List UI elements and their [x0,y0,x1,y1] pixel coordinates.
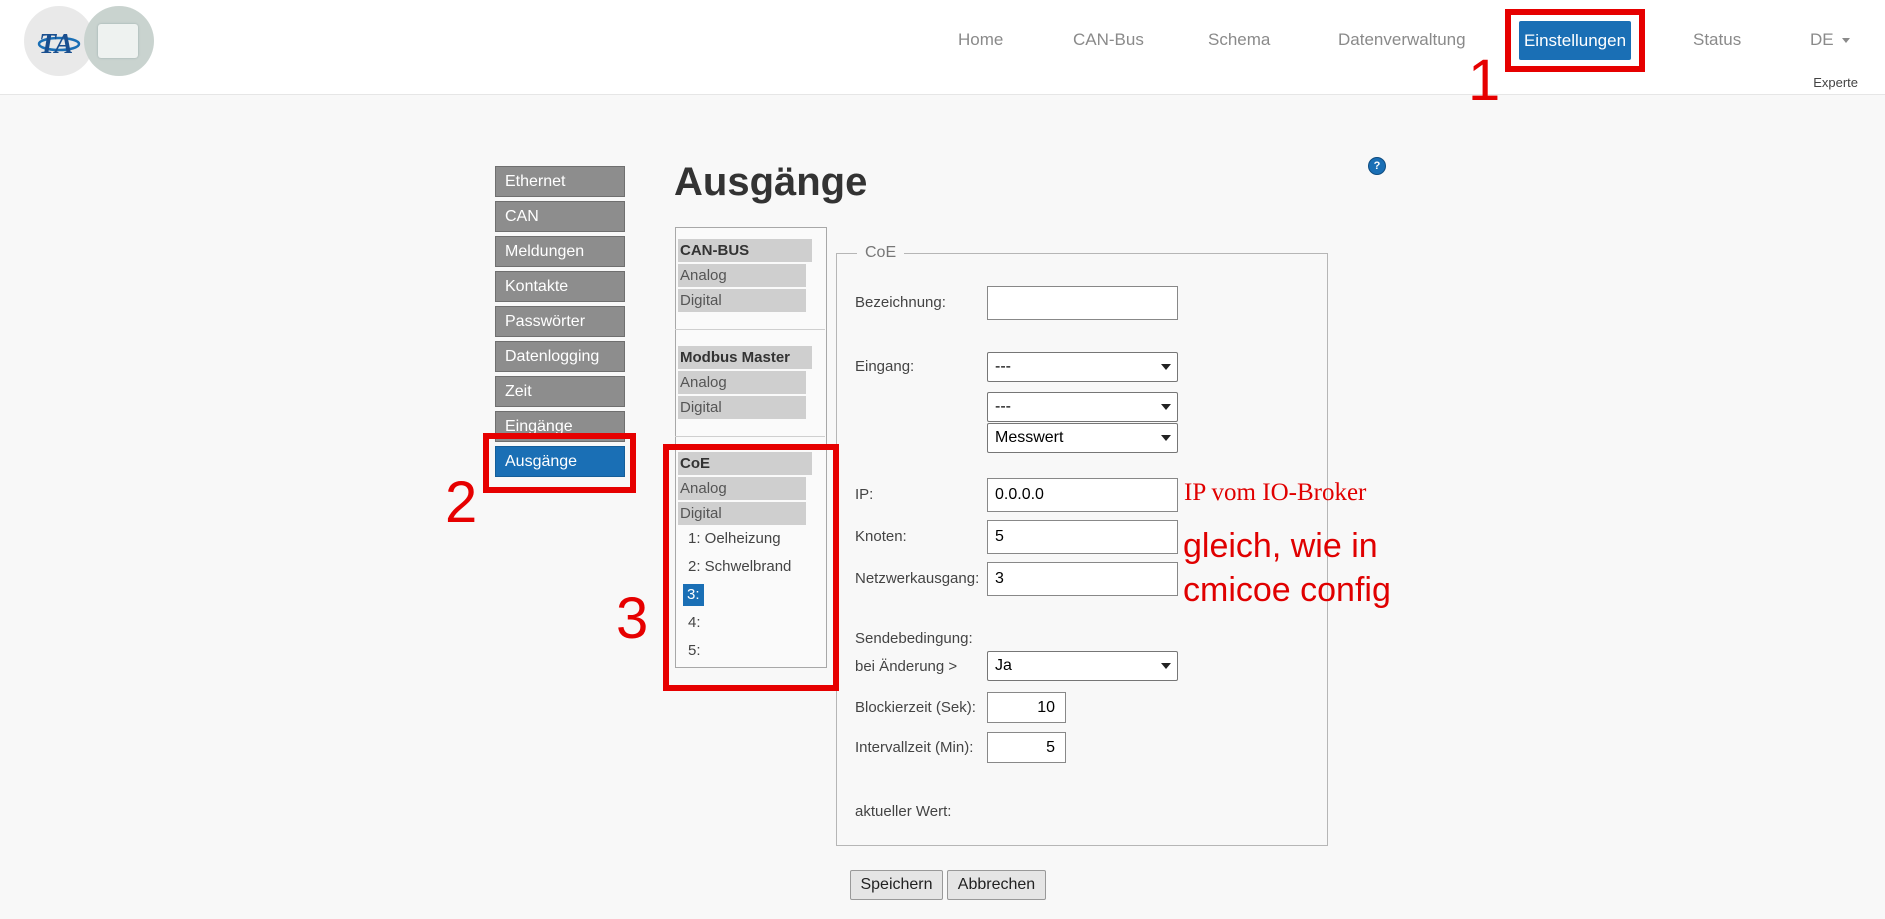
eingang-type-select[interactable]: Messwert [987,423,1178,453]
sidebar-item-passwoerter[interactable]: Passwörter [495,306,625,337]
ip-input[interactable]: 0.0.0.0 [987,478,1178,512]
netzwerkausgang-label: Netzwerkausgang: [855,570,980,587]
eingang-channel-value: --- [995,398,1011,415]
sidebar-item-datenlogging[interactable]: Datenlogging [495,341,625,372]
svg-text:TA: TA [39,29,73,60]
chevron-down-icon [1161,435,1171,441]
eingang-channel-select[interactable]: --- [987,392,1178,422]
device-logo [84,6,154,76]
sidebar-item-kontakte[interactable]: Kontakte [495,271,625,302]
annotation-box-2 [483,433,636,493]
chevron-down-icon [1161,404,1171,410]
nav-home[interactable]: Home [958,22,1003,58]
eingang-label: Eingang: [855,358,915,375]
eingang-source-select[interactable]: --- [987,352,1178,382]
bezeichnung-label: Bezeichnung: [855,294,946,311]
tree-modbus-analog[interactable]: Analog [678,371,806,394]
annotation-number-1: 1 [1468,48,1501,113]
ip-label: IP: [855,486,874,503]
annotation-box-1 [1505,9,1645,72]
blockierzeit-input[interactable]: 10 [987,692,1066,723]
eingang-source-value: --- [995,358,1011,375]
page-title: Ausgänge [674,160,868,204]
nav-can-bus[interactable]: CAN-Bus [1073,22,1144,58]
annotation-number-3: 3 [616,586,649,651]
netzwerkausgang-input[interactable]: 3 [987,562,1178,596]
mode-label: Experte [1813,75,1858,90]
blockierzeit-label: Blockierzeit (Sek): [855,699,976,716]
sidebar-item-can[interactable]: CAN [495,201,625,232]
sendebedingung-value: Ja [995,657,1012,674]
aktueller-wert-label: aktueller Wert: [855,803,952,820]
tree-modbus-digital[interactable]: Digital [678,396,806,419]
annotation-note-line1: gleich, wie in [1183,527,1378,565]
sidebar-item-meldungen[interactable]: Meldungen [495,236,625,267]
device-image-icon [98,24,138,58]
language-label: DE [1810,30,1834,49]
nav-datenverwaltung[interactable]: Datenverwaltung [1338,22,1466,58]
help-icon[interactable]: ? [1368,157,1386,175]
annotation-note-ip: IP vom IO-Broker [1184,479,1367,506]
coe-legend: CoE [865,244,897,261]
tree-can-bus-analog[interactable]: Analog [678,264,806,287]
sendebedingung-label: Sendebedingung: [855,630,973,647]
chevron-down-icon [1161,663,1171,669]
sidebar-item-zeit[interactable]: Zeit [495,376,625,407]
sendebedingung-select[interactable]: Ja [987,651,1178,681]
tree-can-bus-digital[interactable]: Digital [678,289,806,312]
chevron-down-icon [1841,38,1850,44]
bezeichnung-input[interactable] [987,286,1178,320]
annotation-number-2: 2 [445,470,478,535]
tree-divider [675,329,825,330]
tree-divider [675,436,825,437]
bei-aenderung-label: bei Änderung > [855,658,958,675]
knoten-input[interactable]: 5 [987,520,1178,554]
chevron-down-icon [1161,364,1171,370]
cancel-button[interactable]: Abbrechen [947,870,1046,900]
tree-group-can-bus[interactable]: CAN-BUS [678,239,812,262]
nav-status[interactable]: Status [1693,22,1741,58]
language-dropdown[interactable]: DE [1810,22,1850,58]
intervallzeit-label: Intervallzeit (Min): [855,739,974,756]
annotation-note-line2: cmicoe config [1183,571,1391,609]
knoten-label: Knoten: [855,528,907,545]
eingang-type-value: Messwert [995,429,1064,446]
annotation-box-3 [663,444,839,691]
sidebar-item-ethernet[interactable]: Ethernet [495,166,625,197]
save-button[interactable]: Speichern [850,870,943,900]
intervallzeit-input[interactable]: 5 [987,732,1066,763]
nav-schema[interactable]: Schema [1208,22,1270,58]
tree-group-modbus-master[interactable]: Modbus Master [678,346,812,369]
